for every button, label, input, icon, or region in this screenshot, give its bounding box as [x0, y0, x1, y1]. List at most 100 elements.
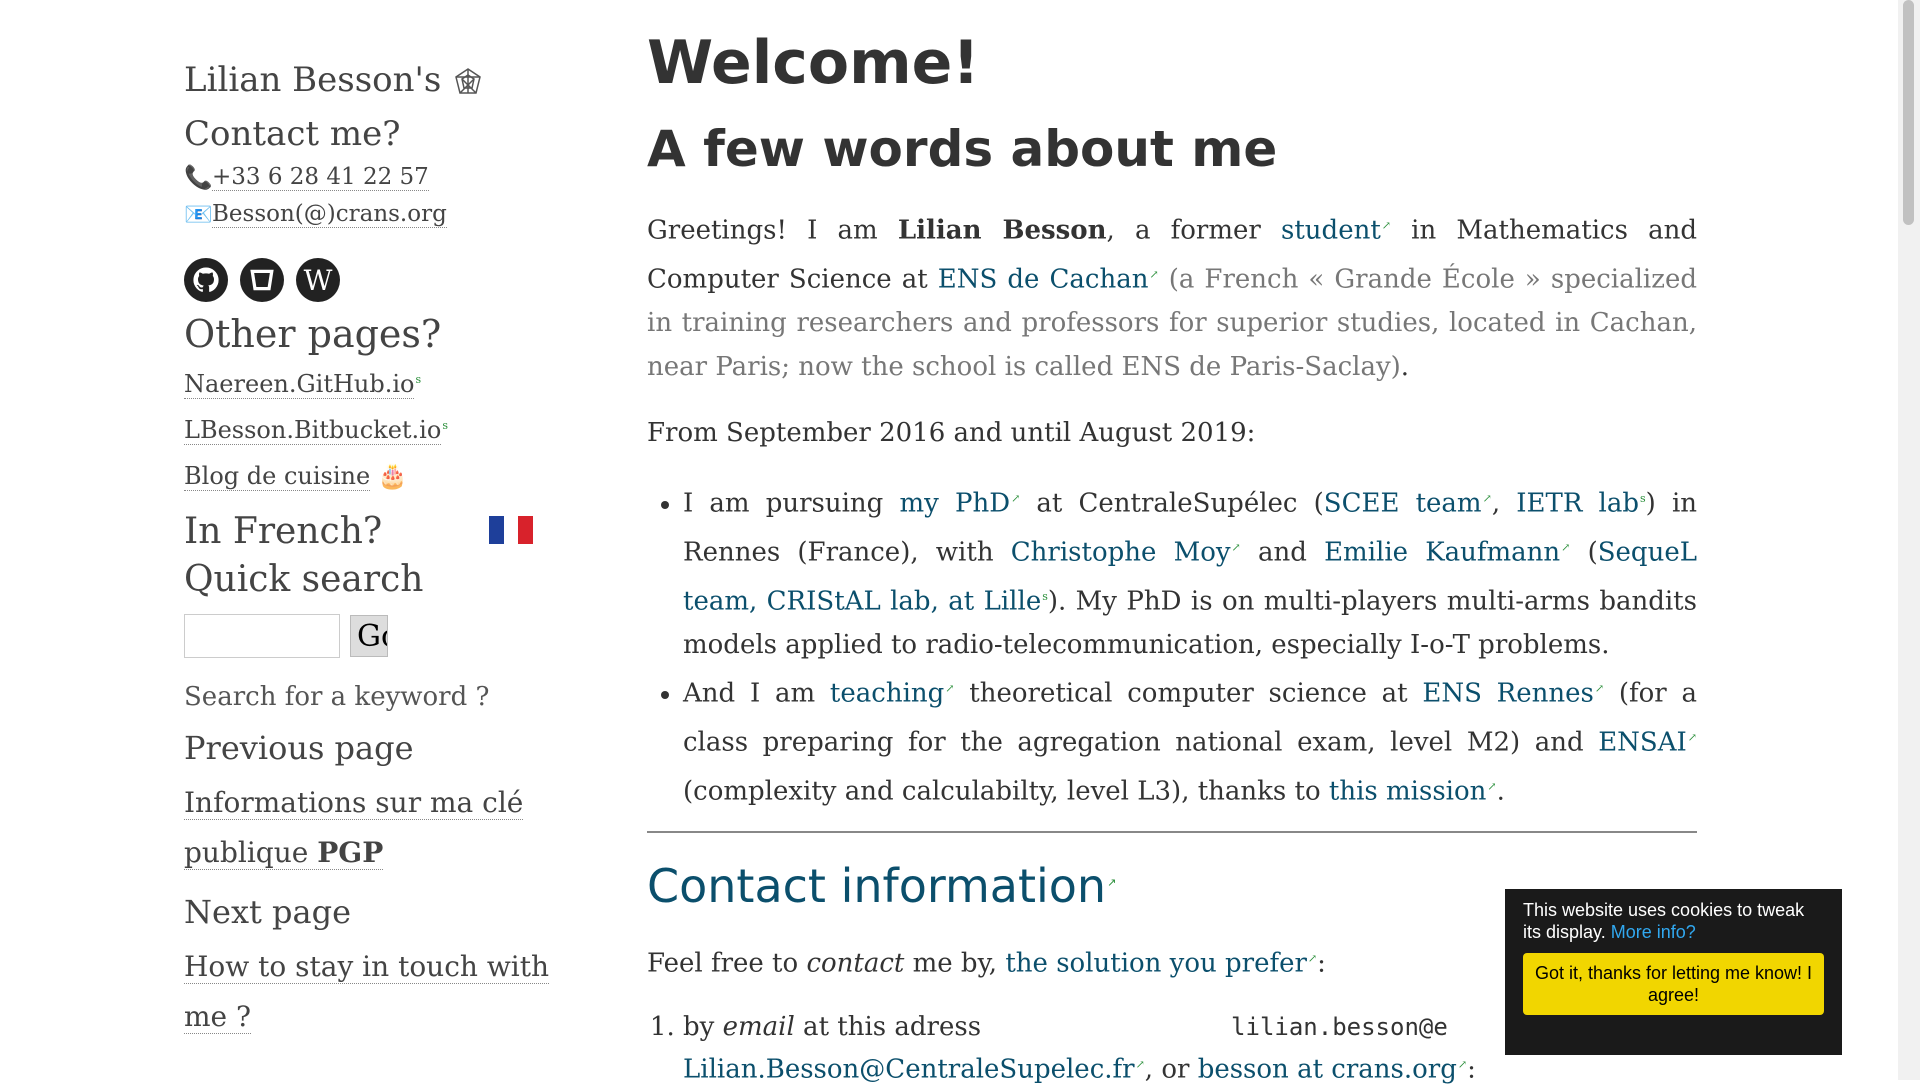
previous-page-heading: Previous page	[184, 729, 414, 767]
search-input[interactable]	[184, 614, 340, 658]
text: :	[1317, 948, 1326, 979]
next-page-heading: Next page	[184, 893, 351, 931]
quick-search-heading: Quick search	[184, 559, 424, 600]
email-link[interactable]: Besson(@)crans.org	[212, 201, 447, 228]
text: Greetings! I am	[647, 215, 898, 246]
github-icon[interactable]	[184, 258, 228, 302]
welcome-heading: Welcome!	[647, 28, 980, 98]
scrollbar-thumb[interactable]	[1903, 0, 1914, 225]
external-link-icon: ↗	[1457, 1057, 1468, 1071]
student-link[interactable]: student	[1281, 216, 1381, 246]
mission-link[interactable]: this mission	[1329, 776, 1487, 806]
period-paragraph: From September 2016 and until August 201…	[647, 418, 1256, 449]
centralesupelec-email-link[interactable]: Lilian.Besson@CentraleSupelec.fr	[683, 1055, 1135, 1085]
next-page-entry: How to stay in touch with me ?	[184, 942, 564, 1042]
text: and	[1240, 537, 1325, 568]
text: , a former	[1106, 215, 1282, 246]
external-link-icon: ↗	[1561, 540, 1571, 554]
external-link-icon: ↗	[1231, 540, 1241, 554]
text: (	[1570, 537, 1598, 568]
external-link-icon: ↗	[1107, 875, 1117, 889]
external-link-icon: ↗	[1011, 492, 1021, 506]
external-link-icon: ↗	[1594, 682, 1605, 696]
web-icon	[455, 68, 482, 94]
blog-cuisine-link[interactable]: Blog de cuisine	[184, 462, 371, 491]
ens-rennes-link[interactable]: ENS Rennes	[1422, 679, 1594, 709]
mail-icon: 📧	[184, 202, 213, 228]
text: at this adress	[794, 1011, 982, 1042]
bitbucket-io-link[interactable]: LBesson.Bitbucket.io	[184, 416, 442, 445]
activities-list: I am pursuing my PhD↗ at CentraleSupélec…	[647, 477, 1697, 813]
search-row: Go	[184, 614, 564, 658]
email-row: 📧 Besson(@)crans.org	[184, 201, 564, 228]
secure-mark: s	[442, 419, 448, 432]
other-pages-heading: Other pages?	[184, 312, 442, 356]
text: by	[683, 1011, 723, 1042]
external-link-icon: ↗	[945, 682, 955, 696]
text: at CentraleSupélec (	[1020, 488, 1324, 519]
external-link-icon: ↗	[1135, 1057, 1145, 1071]
text: theoretical computer science at	[954, 678, 1423, 709]
emilie-kaufmann-link[interactable]: Emilie Kaufmann	[1324, 538, 1560, 568]
external-link-icon: ↗	[1687, 730, 1697, 744]
next-page-link[interactable]: How to stay in touch with me ?	[184, 950, 550, 1034]
github-io-link[interactable]: Naereen.GitHub.io	[184, 370, 415, 399]
cookie-more-info-link[interactable]: More info?	[1611, 922, 1696, 942]
other-link-github: Naereen.GitHub.ios	[184, 370, 564, 399]
teaching-link[interactable]: teaching	[830, 679, 944, 709]
other-link-cuisine: Blog de cuisine 🎂	[184, 462, 564, 491]
list-item: I am pursuing my PhD↗ at CentraleSupélec…	[683, 477, 1697, 667]
wordpress-icon[interactable]: W	[296, 258, 340, 302]
go-button[interactable]: Go	[350, 615, 388, 657]
bitbucket-icon[interactable]	[240, 258, 284, 302]
ens-cachan-link[interactable]: ENS de Cachan	[938, 264, 1149, 294]
phone-icon: 📞	[184, 165, 213, 191]
cake-icon: 🎂	[377, 462, 408, 490]
secure-mark: s	[415, 373, 422, 386]
list-item: And I am teaching↗ theoretical computer …	[683, 667, 1697, 813]
previous-page-link[interactable]: Informations sur ma clé publique PGP	[184, 786, 524, 870]
text: (complexity and calculabilty, level L3),…	[683, 776, 1329, 807]
ensai-link[interactable]: ENSAI	[1598, 728, 1687, 758]
text: , or	[1144, 1054, 1198, 1085]
external-link-icon: ↗	[1307, 952, 1318, 966]
contact-heading-link[interactable]: Contact information	[647, 859, 1106, 913]
text: Feel free to	[647, 948, 807, 979]
site-title-text: Lilian Besson's	[184, 60, 442, 100]
text: ,	[1491, 488, 1517, 519]
previous-page-link-bold: PGP	[317, 836, 384, 869]
external-link-icon: ↗	[1149, 267, 1159, 281]
text: I am pursuing	[683, 488, 900, 519]
text: me by,	[904, 948, 1006, 979]
solution-link[interactable]: the solution you prefer	[1005, 949, 1307, 979]
external-link-icon: ↗	[1487, 779, 1497, 793]
other-link-bitbucket: LBesson.Bitbucket.ios	[184, 416, 564, 445]
email-code: lilian.besson@e	[1231, 1012, 1448, 1041]
external-link-icon: ↗	[1482, 492, 1492, 506]
phd-link[interactable]: my PhD	[899, 489, 1010, 519]
scrollbar[interactable]	[1898, 0, 1920, 1080]
cookie-banner: This website uses cookies to tweak its d…	[1505, 889, 1842, 1055]
divider	[647, 831, 1697, 834]
ietr-lab-link[interactable]: IETR lab	[1516, 489, 1639, 519]
previous-page-entry: Informations sur ma clé publique PGP	[184, 778, 564, 878]
external-link-icon: ↗	[1381, 219, 1391, 232]
christophe-moy-link[interactable]: Christophe Moy	[1011, 538, 1231, 568]
cookie-accept-button[interactable]: Got it, thanks for letting me know! I ag…	[1523, 953, 1824, 1015]
social-icons: W	[184, 258, 564, 302]
emphasis: contact	[806, 948, 905, 979]
author-name: Lilian Besson	[897, 215, 1107, 246]
phone-link[interactable]: +33 6 28 41 22 57	[212, 164, 429, 191]
emphasis: email	[722, 1011, 795, 1042]
about-heading: A few words about me	[647, 120, 1278, 178]
text: And I am	[683, 678, 830, 709]
french-flag-icon[interactable]	[489, 516, 534, 544]
contact-heading: Contact me?	[184, 114, 401, 154]
crans-email-link[interactable]: besson at crans.org	[1198, 1055, 1457, 1085]
sidebar: Lilian Besson's Contact me? 📞 +33 6 28 4…	[184, 56, 564, 1052]
text: :	[1467, 1054, 1476, 1085]
phone-row: 📞 +33 6 28 41 22 57	[184, 164, 564, 191]
scee-team-link[interactable]: SCEE team	[1324, 489, 1482, 519]
text: .	[1496, 776, 1505, 807]
text: .	[1400, 352, 1410, 383]
